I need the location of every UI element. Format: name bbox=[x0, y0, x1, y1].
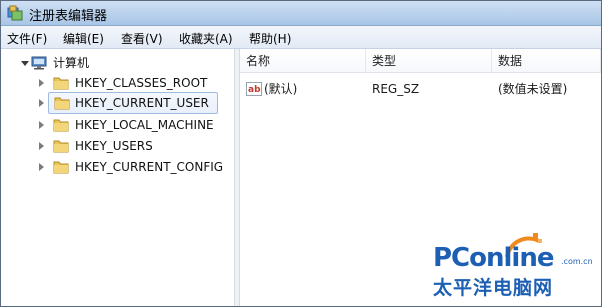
collapse-arrow-icon[interactable] bbox=[21, 61, 29, 66]
tree-root-computer[interactable]: 计算机 bbox=[1, 53, 231, 73]
tree-item-label: HKEY_LOCAL_MACHINE bbox=[75, 118, 214, 132]
column-header-data[interactable]: 数据 bbox=[492, 49, 601, 73]
value-name: (默认) bbox=[264, 82, 298, 96]
computer-icon bbox=[31, 56, 47, 70]
tree-root-label: 计算机 bbox=[53, 56, 90, 70]
menu-favorites[interactable]: 收藏夹(A) bbox=[179, 30, 233, 47]
registry-editor-icon bbox=[7, 5, 23, 21]
tree-pane[interactable]: 计算机 HKEY_CLASSES_ROOT HKEY_CURRENT_USER … bbox=[1, 49, 235, 306]
expand-arrow-icon[interactable] bbox=[39, 79, 44, 87]
tree-item-local-machine[interactable]: HKEY_LOCAL_MACHINE bbox=[31, 115, 231, 135]
expand-arrow-icon[interactable] bbox=[39, 163, 44, 171]
folder-icon bbox=[53, 119, 69, 132]
tree-item-current-user[interactable]: HKEY_CURRENT_USER bbox=[48, 92, 218, 114]
expand-arrow-icon[interactable] bbox=[39, 121, 44, 129]
string-value-icon: ab bbox=[246, 82, 262, 96]
tree-item-label: HKEY_CLASSES_ROOT bbox=[75, 76, 208, 90]
column-header-type[interactable]: 类型 bbox=[366, 49, 492, 73]
menu-edit[interactable]: 编辑(E) bbox=[63, 30, 104, 47]
svg-text:ab: ab bbox=[248, 85, 261, 95]
tree-item-label: HKEY_USERS bbox=[75, 139, 153, 153]
tree-item-label: HKEY_CURRENT_CONFIG bbox=[75, 160, 224, 174]
title-bar[interactable]: 注册表编辑器 bbox=[1, 1, 601, 26]
folder-icon bbox=[53, 140, 69, 153]
column-header-name[interactable]: 名称 bbox=[240, 49, 366, 73]
menu-help[interactable]: 帮助(H) bbox=[249, 30, 291, 47]
window-title: 注册表编辑器 bbox=[29, 9, 108, 24]
tree-item-users[interactable]: HKEY_USERS bbox=[31, 136, 231, 156]
table-row[interactable]: ab (默认) REG_SZ (数值未设置) bbox=[240, 79, 601, 99]
registry-editor-window: 注册表编辑器 文件(F) 编辑(E) 查看(V) 收藏夹(A) 帮助(H) 计算… bbox=[0, 0, 602, 307]
menu-bar: 文件(F) 编辑(E) 查看(V) 收藏夹(A) 帮助(H) bbox=[1, 26, 601, 49]
tree-item-classes-root[interactable]: HKEY_CLASSES_ROOT bbox=[31, 73, 231, 93]
tree-item-current-config[interactable]: HKEY_CURRENT_CONFIG bbox=[31, 157, 231, 177]
watermark-tagline: 太平洋电脑网 bbox=[433, 277, 554, 299]
watermark-brand: PConline bbox=[433, 243, 554, 273]
folder-icon bbox=[53, 77, 69, 90]
expand-arrow-icon[interactable] bbox=[39, 99, 44, 107]
menu-file[interactable]: 文件(F) bbox=[7, 30, 47, 47]
value-type: REG_SZ bbox=[372, 82, 420, 96]
menu-view[interactable]: 查看(V) bbox=[121, 30, 163, 47]
folder-icon bbox=[53, 161, 69, 174]
watermark-domain: .com.cn bbox=[561, 257, 593, 266]
value-data: (数值未设置) bbox=[498, 82, 568, 96]
folder-icon bbox=[54, 97, 70, 110]
tree-item-label: HKEY_CURRENT_USER bbox=[75, 96, 209, 110]
expand-arrow-icon[interactable] bbox=[39, 142, 44, 150]
pconline-watermark: PConline .com.cn 太平洋电脑网 bbox=[433, 231, 593, 301]
